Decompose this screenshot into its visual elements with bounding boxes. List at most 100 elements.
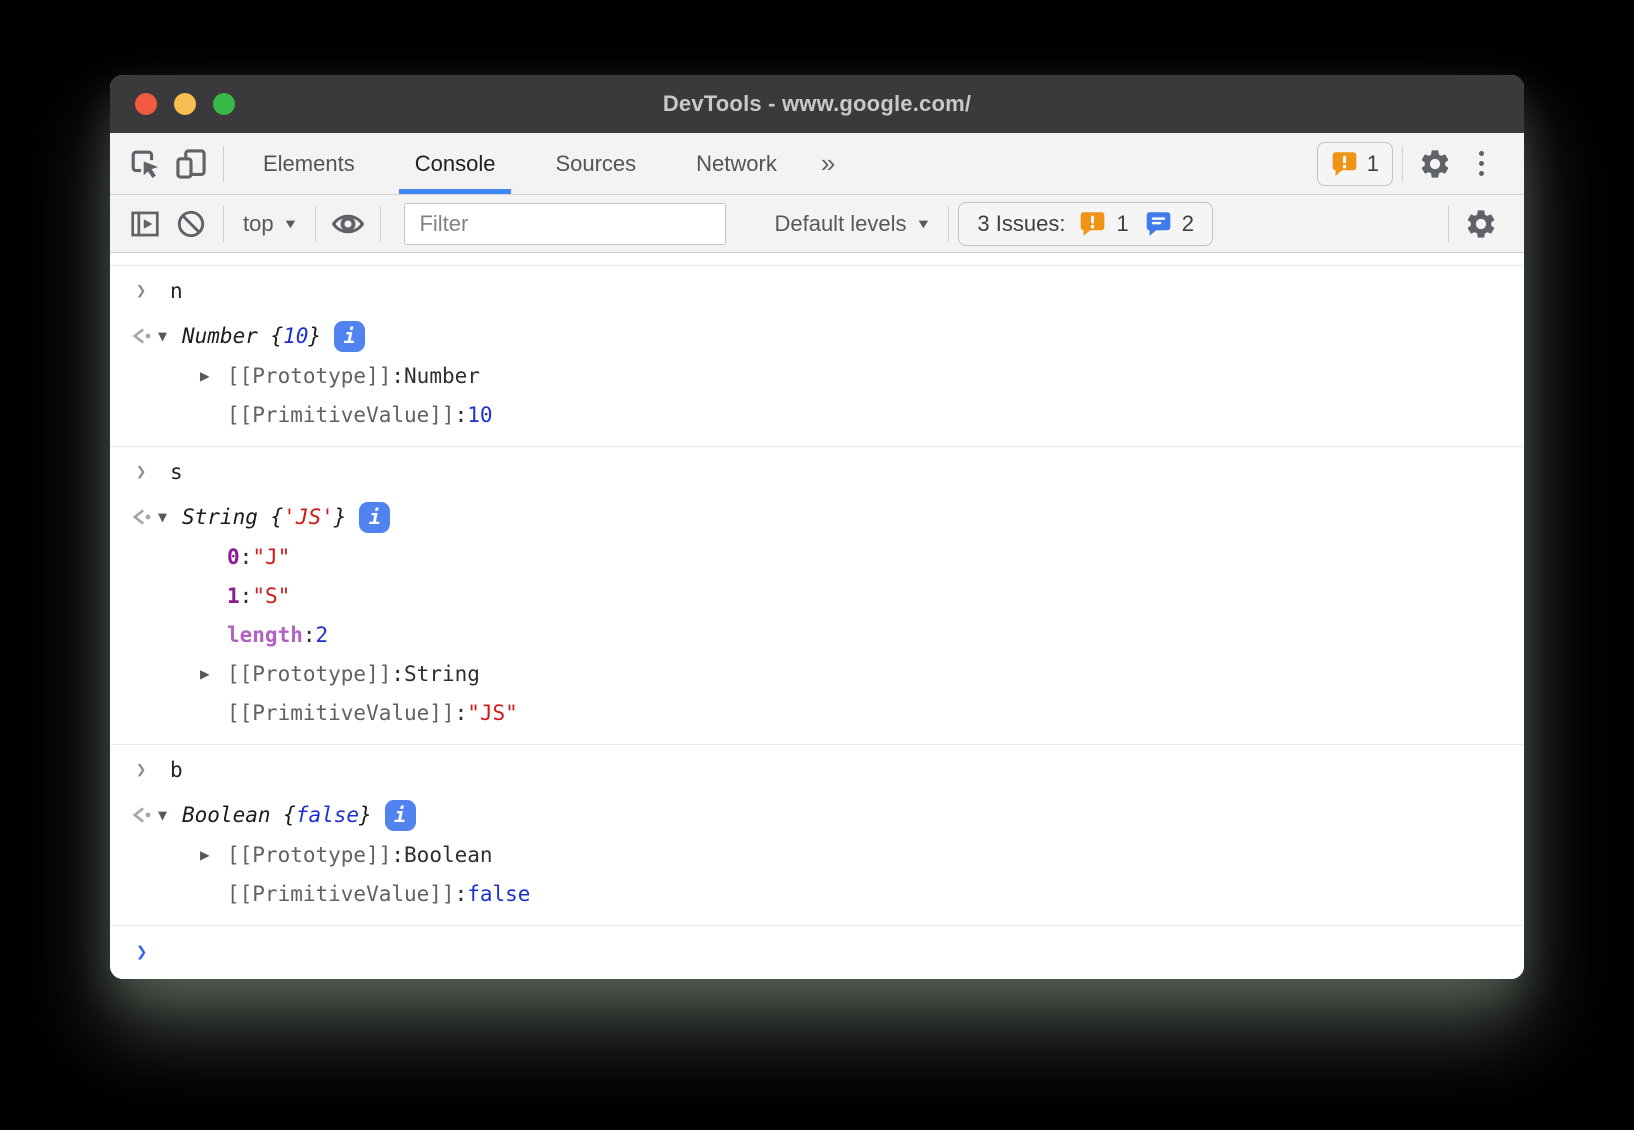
tab-label: Console [415,151,496,177]
property-row[interactable]: ▶ [[Prototype]]: Boolean [110,835,1524,874]
tab-elements[interactable]: Elements [233,133,385,194]
issues-summary-label: 3 Issues: [977,211,1065,237]
property-name: 1 [227,584,240,608]
console-entry-group: ❯ b ▼ Boolean {false} i ▶ [[Prototype]]:… [110,744,1524,925]
property-name: [[Prototype]] [227,662,391,686]
inspect-element-button[interactable] [122,141,168,187]
chevron-down-icon: ▼ [915,216,931,231]
property-row[interactable]: 0: "J" [110,537,1524,576]
issues-badge[interactable]: 1 [1317,142,1393,186]
expand-triangle-icon[interactable]: ▶ [200,664,210,683]
property-value: Boolean [404,843,493,867]
colon: : [240,584,253,608]
colon: : [240,545,253,569]
info-badge-icon[interactable]: i [359,502,390,533]
minimize-button[interactable] [174,93,196,115]
gear-icon [1464,207,1498,241]
filter-input[interactable] [404,203,726,245]
expand-triangle-icon[interactable]: ▶ [200,845,210,864]
property-row[interactable]: 1: "S" [110,576,1524,615]
zoom-button[interactable] [213,93,235,115]
console-prompt[interactable]: ❯ [110,925,1524,977]
console-result: ▼ Number {10} i ▶ [[Prototype]]: Number … [110,316,1524,446]
settings-button[interactable] [1412,141,1458,187]
console-command: ❯ s [110,447,1524,497]
result-arrow-icon [130,805,158,825]
context-label: top [243,211,274,237]
more-options-button[interactable] [1458,141,1504,187]
ban-circle-icon [175,208,207,240]
property-value: false [467,882,530,906]
colon: : [391,843,404,867]
console-sidebar-button[interactable] [122,201,168,247]
tab-console[interactable]: Console [385,133,526,194]
property-row[interactable]: ▶ [[Prototype]]: String [110,654,1524,693]
console-toolbar: top ▼ Default levels ▼ 3 Issues: [110,195,1524,253]
property-name: length [227,623,303,647]
tab-sources[interactable]: Sources [525,133,666,194]
traffic-lights [135,75,235,133]
colon: : [455,403,468,427]
property-name: [[Prototype]] [227,843,391,867]
issue-bubble-icon [1331,150,1358,177]
sidebar-panel-icon [129,208,161,240]
property-value: Number [404,364,480,388]
more-tabs-button[interactable]: » [807,148,849,179]
info-badge-icon[interactable]: i [334,321,365,352]
colon: : [455,701,468,725]
colon: : [391,662,404,686]
property-row[interactable]: [[PrimitiveValue]]: 10 [110,395,1524,434]
property-row[interactable]: length: 2 [110,615,1524,654]
window-title: DevTools - www.google.com/ [663,91,971,117]
clear-console-button[interactable] [168,201,214,247]
log-levels-selector[interactable]: Default levels ▼ [764,211,939,237]
property-value: "JS" [467,701,518,725]
title-bar: DevTools - www.google.com/ [110,75,1524,133]
property-name: [[PrimitiveValue]] [227,701,455,725]
property-row[interactable]: [[PrimitiveValue]]: "JS" [110,693,1524,732]
tab-label: Network [696,151,777,177]
tab-label: Elements [263,151,355,177]
object-header: String {'JS'} [182,505,346,529]
console-command: ❯ b [110,745,1524,795]
colon: : [391,364,404,388]
property-row[interactable]: [[PrimitiveValue]]: false [110,874,1524,913]
info-badge-icon[interactable]: i [385,800,416,831]
issue-message-count: 2 [1182,211,1194,237]
object-preview[interactable]: ▼ Boolean {false} i [110,795,1524,835]
expand-triangle-icon[interactable]: ▼ [158,508,182,526]
context-selector[interactable]: top ▼ [233,211,306,237]
separator [223,206,224,242]
colon: : [303,623,316,647]
object-preview[interactable]: ▼ Number {10} i [110,316,1524,356]
object-preview[interactable]: ▼ String {'JS'} i [110,497,1524,537]
tab-label: Sources [555,151,636,177]
live-expression-button[interactable] [325,201,371,247]
chevron-down-icon: ▼ [282,216,298,231]
command-chevron-icon: ❯ [136,462,170,482]
close-button[interactable] [135,93,157,115]
property-value: 10 [467,403,492,427]
device-toolbar-icon [174,147,208,181]
separator [948,206,949,242]
issues-summary[interactable]: 3 Issues: 1 2 [958,202,1213,246]
expand-triangle-icon[interactable]: ▼ [158,806,182,824]
tab-network[interactable]: Network [666,133,807,194]
property-name: [[PrimitiveValue]] [227,882,455,906]
property-row[interactable]: ▶ [[Prototype]]: Number [110,356,1524,395]
device-toolbar-button[interactable] [168,141,214,187]
inspect-cursor-icon [128,147,162,181]
separator [315,206,316,242]
kebab-menu-icon [1461,151,1501,176]
colon: : [455,882,468,906]
expand-triangle-icon[interactable]: ▶ [200,366,210,385]
expand-triangle-icon[interactable]: ▼ [158,327,182,345]
result-arrow-icon [130,507,158,527]
property-name: [[PrimitiveValue]] [227,403,455,427]
object-header: Boolean {false} [182,803,372,827]
console-result: ▼ String {'JS'} i 0: "J" 1: "S" length: … [110,497,1524,744]
console-messages: ❯ n ▼ Number {10} i ▶ [[Prototype]]: Num… [110,253,1524,979]
command-text: s [170,460,183,484]
console-result: ▼ Boolean {false} i ▶ [[Prototype]]: Boo… [110,795,1524,925]
console-settings-button[interactable] [1458,201,1504,247]
